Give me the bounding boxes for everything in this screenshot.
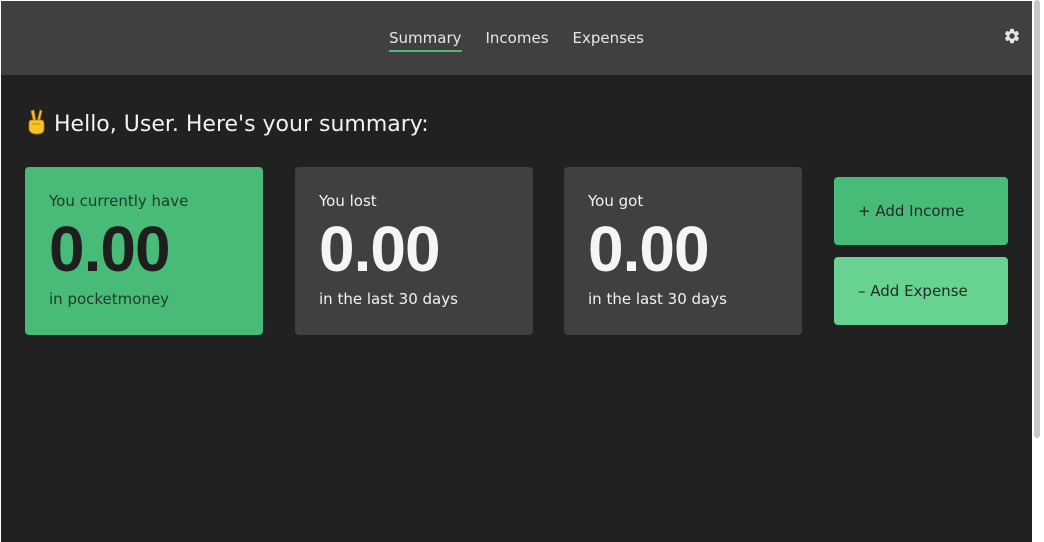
lost-label: You lost <box>319 192 377 210</box>
balance-label: You currently have <box>49 192 189 210</box>
got-card: You got 0.00 in the last 30 days <box>564 167 802 335</box>
page-greeting: Hello, User. Here's your summary: <box>24 109 429 140</box>
got-label: You got <box>588 192 644 210</box>
lost-sub: in the last 30 days <box>319 290 458 308</box>
top-navigation-bar: Summary Incomes Expenses <box>1 1 1032 75</box>
scrollbar-track[interactable] <box>1032 0 1044 542</box>
greeting-text: Hello, User. Here's your summary: <box>54 112 429 137</box>
app-window: Summary Incomes Expenses Hello, User. He… <box>1 1 1032 542</box>
balance-value: 0.00 <box>49 213 171 285</box>
add-expense-button[interactable]: – Add Expense <box>834 257 1008 325</box>
lost-value: 0.00 <box>319 213 441 285</box>
balance-card: You currently have 0.00 in pocketmoney <box>25 167 263 335</box>
scrollbar-thumb[interactable] <box>1034 0 1040 438</box>
nav-tabs: Summary Incomes Expenses <box>1 28 1032 52</box>
add-income-button[interactable]: + Add Income <box>834 177 1008 245</box>
tab-summary[interactable]: Summary <box>389 28 462 52</box>
lost-card: You lost 0.00 in the last 30 days <box>295 167 533 335</box>
got-value: 0.00 <box>588 213 710 285</box>
victory-hand-icon <box>24 109 48 135</box>
tab-expenses[interactable]: Expenses <box>573 28 644 52</box>
got-sub: in the last 30 days <box>588 290 727 308</box>
tab-incomes[interactable]: Incomes <box>486 28 549 52</box>
balance-sub: in pocketmoney <box>49 290 170 308</box>
gear-icon[interactable] <box>1003 27 1021 45</box>
